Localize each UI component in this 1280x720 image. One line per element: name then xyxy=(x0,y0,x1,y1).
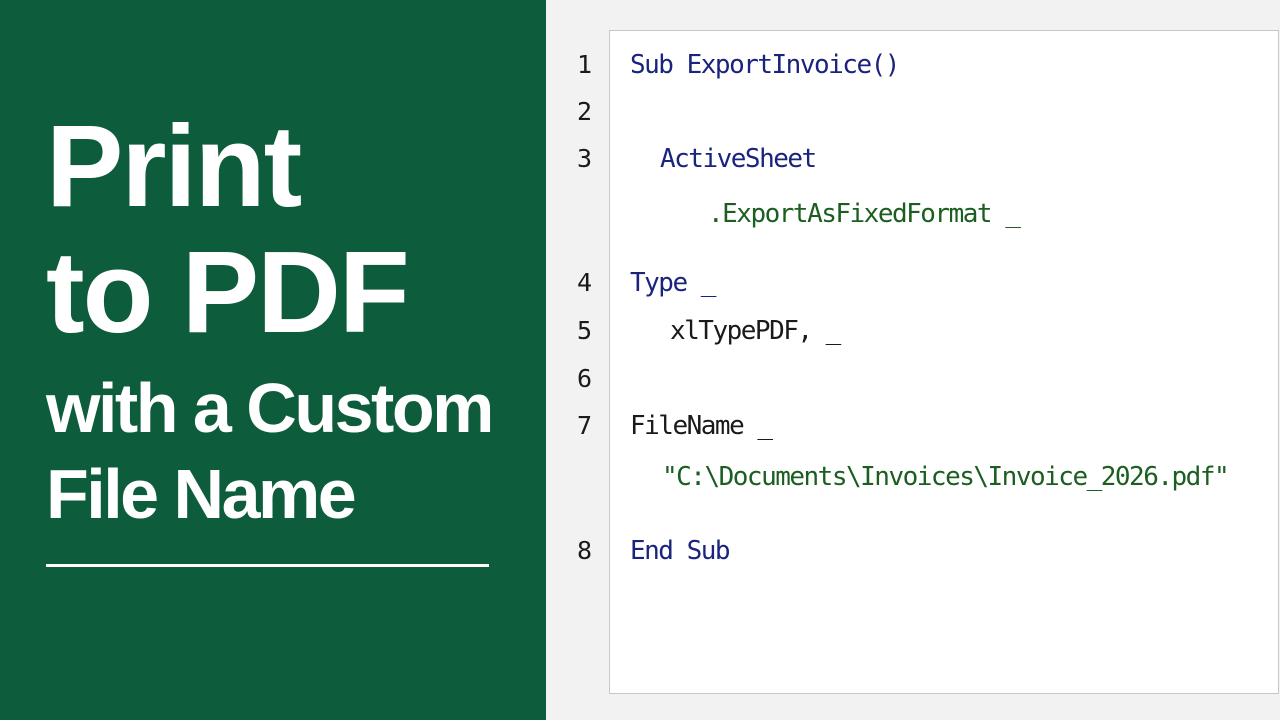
code-line-path-string: "C:\Documents\Invoices\Invoice_2026.pdf" xyxy=(662,462,1230,492)
line-number-7: 7 xyxy=(577,411,593,440)
title-underline xyxy=(46,564,489,567)
line-number-4: 4 xyxy=(577,268,593,297)
title-line-4: File Name xyxy=(46,455,357,533)
code-line-sub: Sub ExportInvoice() xyxy=(630,50,900,80)
code-line-filename: FileName _ xyxy=(630,411,773,441)
code-line-export-method: .ExportAsFixedFormat _ xyxy=(708,199,1021,229)
code-line-xltypepdf: xlTypePDF, _ xyxy=(670,316,841,346)
title-line-2: to PDF xyxy=(46,227,410,357)
code-panel xyxy=(609,30,1279,694)
line-number-3: 3 xyxy=(577,144,593,173)
title-line-3: with a Custom xyxy=(46,369,494,447)
code-line-activesheet: ActiveSheet xyxy=(660,144,817,174)
line-number-1: 1 xyxy=(577,50,593,79)
line-number-8: 8 xyxy=(577,536,593,565)
line-number-2: 2 xyxy=(577,97,593,126)
title-line-1: Print xyxy=(46,101,302,231)
code-line-end-sub: End Sub xyxy=(630,536,731,566)
line-number-6: 6 xyxy=(577,364,593,393)
line-number-5: 5 xyxy=(577,316,593,345)
code-line-type: Type _ xyxy=(630,268,716,298)
